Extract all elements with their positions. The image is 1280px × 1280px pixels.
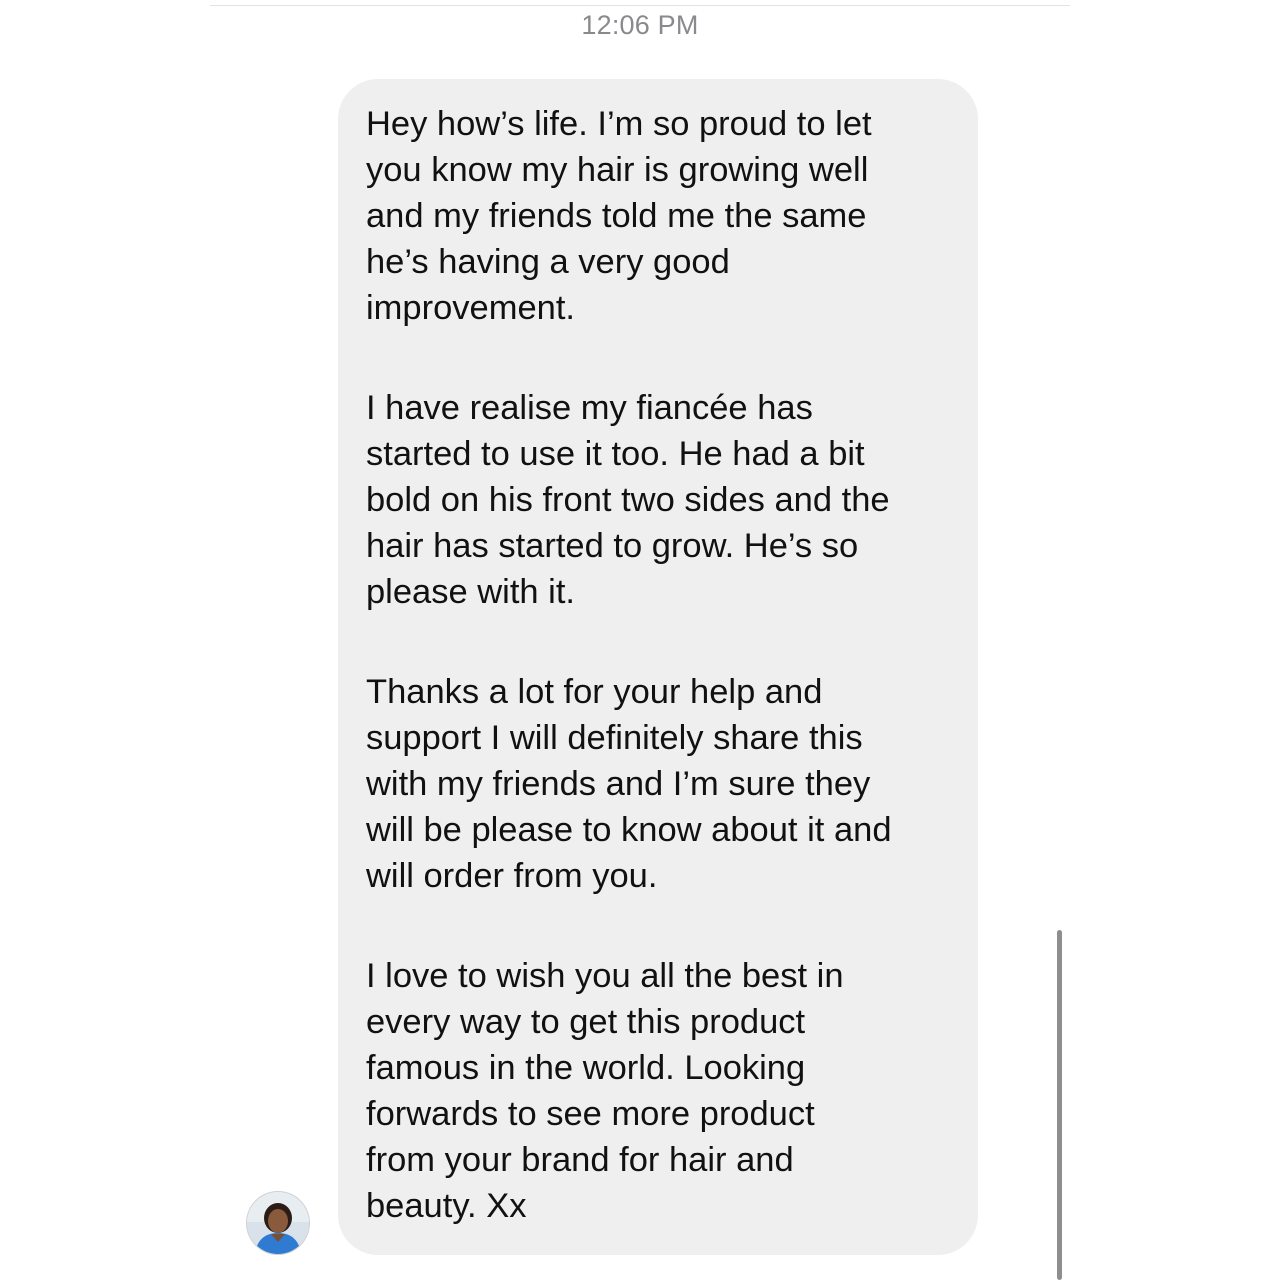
received-message-bubble[interactable]: Hey how’s life. I’m so proud to let you … (338, 79, 978, 1255)
message-paragraph-1: Hey how’s life. I’m so proud to let you … (366, 105, 872, 327)
sender-avatar[interactable] (247, 1192, 309, 1254)
message-paragraph-3: Thanks a lot for your help and support I… (366, 673, 892, 895)
message-timestamp: 12:06 PM (581, 10, 699, 40)
message-paragraph-2: I have realise my fiancée has started to… (366, 389, 890, 611)
vertical-scrollbar[interactable] (1057, 930, 1062, 1280)
top-divider (210, 5, 1070, 6)
user-avatar-icon (247, 1192, 309, 1254)
message-paragraph-4: I love to wish you all the best in every… (366, 957, 844, 1225)
